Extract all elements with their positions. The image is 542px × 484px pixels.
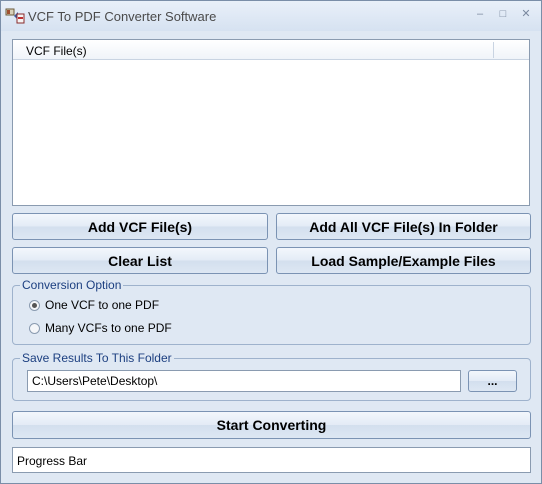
vcf-pdf-app-icon — [5, 8, 25, 24]
conversion-option-group: Conversion Option One VCF to one PDF Man… — [12, 278, 531, 345]
column-header-label: VCF File(s) — [26, 44, 87, 58]
progress-bar: Progress Bar — [12, 447, 531, 473]
output-folder-input[interactable]: C:\Users\Pete\Desktop\ — [27, 370, 461, 392]
close-icon[interactable]: ✕ — [517, 7, 535, 21]
file-list-column-header[interactable]: VCF File(s) — [13, 40, 529, 60]
vcf-file-list[interactable]: VCF File(s) — [12, 39, 530, 206]
radio-label: Many VCFs to one PDF — [45, 321, 172, 335]
column-separator[interactable] — [493, 42, 494, 58]
clear-list-button[interactable]: Clear List — [12, 247, 268, 274]
minimize-icon[interactable]: – — [471, 7, 489, 21]
app-window: VCF To PDF Converter Software – □ ✕ VCF … — [0, 0, 542, 484]
conversion-option-title: Conversion Option — [20, 278, 124, 292]
radio-checked-icon[interactable] — [29, 299, 40, 311]
add-vcf-files-button[interactable]: Add VCF File(s) — [12, 213, 268, 240]
title-bar[interactable]: VCF To PDF Converter Software – □ ✕ — [1, 1, 541, 31]
save-folder-title: Save Results To This Folder — [20, 351, 174, 365]
add-folder-button[interactable]: Add All VCF File(s) In Folder — [276, 213, 531, 240]
radio-unchecked-icon[interactable] — [29, 322, 40, 334]
radio-one-vcf-to-one-pdf[interactable]: One VCF to one PDF — [29, 298, 159, 312]
window-title: VCF To PDF Converter Software — [28, 9, 217, 24]
load-samples-button[interactable]: Load Sample/Example Files — [276, 247, 531, 274]
radio-many-vcfs-to-one-pdf[interactable]: Many VCFs to one PDF — [29, 321, 172, 335]
radio-label: One VCF to one PDF — [45, 298, 160, 312]
start-converting-button[interactable]: Start Converting — [12, 411, 531, 439]
browse-folder-button[interactable]: ... — [468, 370, 517, 392]
maximize-icon[interactable]: □ — [494, 7, 512, 21]
progress-label: Progress Bar — [17, 454, 88, 468]
save-folder-group: Save Results To This Folder C:\Users\Pet… — [12, 351, 531, 401]
